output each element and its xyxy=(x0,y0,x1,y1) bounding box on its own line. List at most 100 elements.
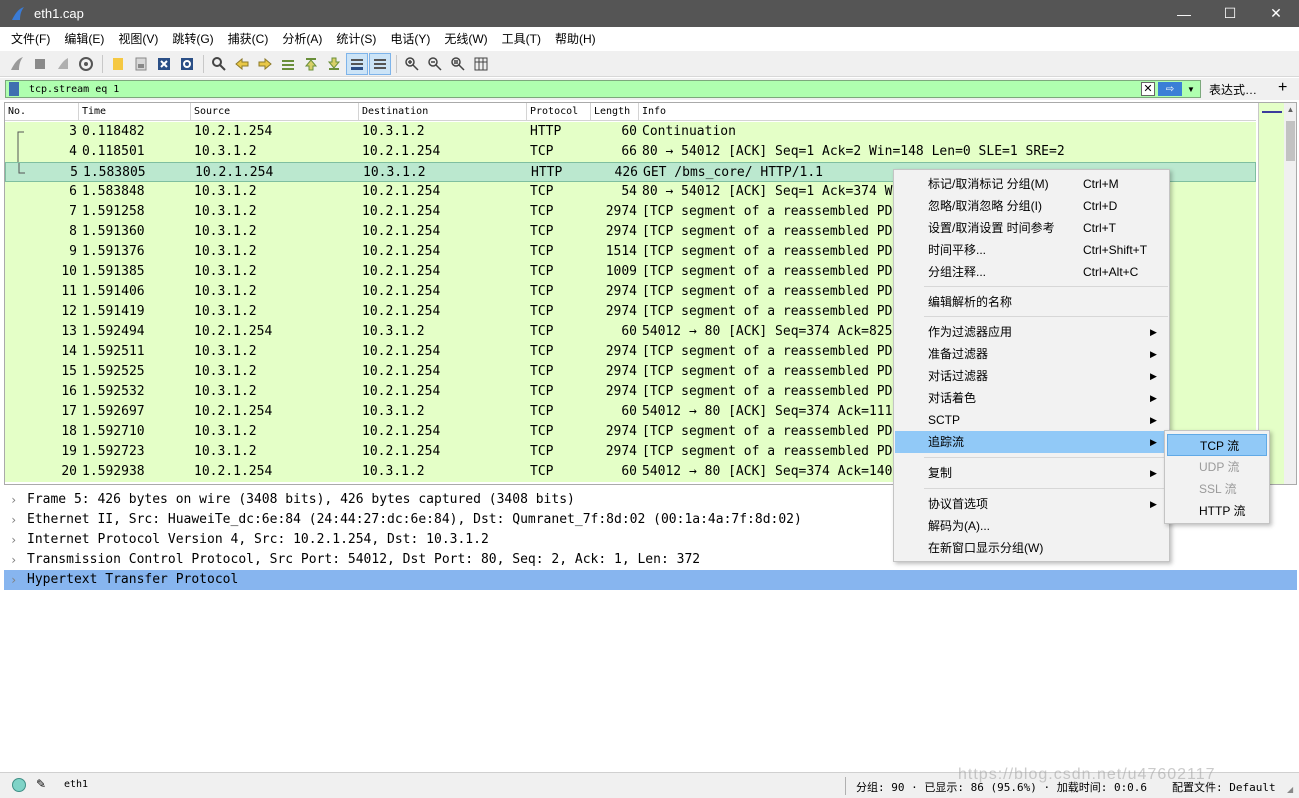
cell-length: 60 xyxy=(621,464,637,479)
menu-item-time-shift[interactable]: 时间平移... Ctrl+Shift+T xyxy=(895,239,1168,261)
cell-destination: 10.2.1.254 xyxy=(362,244,441,259)
go-back-icon[interactable] xyxy=(231,53,253,75)
auto-scroll-icon[interactable] xyxy=(346,52,368,75)
cell-time: 1.592532 xyxy=(82,384,145,399)
column-header-no[interactable]: No. xyxy=(5,103,79,121)
cell-info: [TCP segment of a reassembled PD xyxy=(642,424,893,439)
zoom-out-icon[interactable] xyxy=(424,53,446,75)
menu-go[interactable]: 跳转(G) xyxy=(165,27,220,51)
capture-comment-icon[interactable]: ✎ xyxy=(36,777,46,791)
menu-item-copy[interactable]: 复制 ▶ xyxy=(895,462,1168,484)
zoom-in-icon[interactable] xyxy=(401,53,423,75)
column-header-destination[interactable]: Destination xyxy=(359,103,527,121)
menu-item-follow-stream[interactable]: 追踪流 ▶ xyxy=(895,431,1168,453)
menu-separator xyxy=(924,316,1168,317)
window-controls: — ☐ ✕ xyxy=(1161,0,1299,27)
find-packet-icon[interactable] xyxy=(208,53,230,75)
close-button[interactable]: ✕ xyxy=(1253,0,1299,27)
menu-item-colorize-conversation[interactable]: 对话着色 ▶ xyxy=(895,387,1168,409)
bookmark-icon[interactable] xyxy=(9,82,19,96)
cell-info: [TCP segment of a reassembled PD xyxy=(642,304,893,319)
maximize-button[interactable]: ☐ xyxy=(1207,0,1253,27)
menu-item-decode-as[interactable]: 解码为(A)... xyxy=(895,515,1168,537)
menu-item-packet-comment[interactable]: 分组注释... Ctrl+Alt+C xyxy=(895,261,1168,283)
cell-time: 1.591406 xyxy=(82,284,145,299)
column-header-info[interactable]: Info xyxy=(639,103,1256,121)
cell-length: 60 xyxy=(621,324,637,339)
menu-item-prepare-filter[interactable]: 准备过滤器 ▶ xyxy=(895,343,1168,365)
apply-filter-icon[interactable]: ⇨ xyxy=(1158,82,1182,96)
first-packet-icon[interactable] xyxy=(300,53,322,75)
table-row[interactable]: 3 0.118482 10.2.1.254 10.3.1.2 HTTP 60 C… xyxy=(5,122,1256,142)
chevron-right-icon[interactable]: › xyxy=(10,550,20,570)
menu-analyze[interactable]: 分析(A) xyxy=(275,27,329,51)
chevron-right-icon[interactable]: › xyxy=(10,510,20,530)
cell-source: 10.2.1.254 xyxy=(194,464,273,479)
menu-capture[interactable]: 捕获(C) xyxy=(221,27,276,51)
column-header-length[interactable]: Length xyxy=(591,103,639,121)
stop-capture-icon[interactable] xyxy=(29,53,51,75)
detail-row-http[interactable]: › Hypertext Transfer Protocol xyxy=(4,570,1297,590)
start-capture-icon[interactable] xyxy=(6,53,28,75)
cell-length: 2974 xyxy=(605,444,637,459)
column-header-protocol[interactable]: Protocol xyxy=(527,103,591,121)
open-file-icon[interactable] xyxy=(107,53,129,75)
menu-item-http-stream[interactable]: HTTP 流 xyxy=(1167,500,1267,522)
column-header-source[interactable]: Source xyxy=(191,103,359,121)
menu-tools[interactable]: 工具(T) xyxy=(495,27,548,51)
cell-destination: 10.2.1.254 xyxy=(362,424,441,439)
save-file-icon[interactable] xyxy=(130,53,152,75)
reload-file-icon[interactable] xyxy=(176,53,198,75)
colorize-list-icon[interactable] xyxy=(369,52,391,75)
menu-item-edit-resolved-name[interactable]: 编辑解析的名称 xyxy=(895,291,1168,313)
go-to-packet-icon[interactable] xyxy=(277,53,299,75)
add-filter-button[interactable]: + xyxy=(1278,79,1287,97)
cell-destination: 10.3.1.2 xyxy=(362,124,425,139)
menu-item-sctp[interactable]: SCTP ▶ xyxy=(895,409,1168,431)
expression-button[interactable]: 表达式… xyxy=(1209,81,1257,98)
cell-time: 1.591385 xyxy=(82,264,145,279)
minimize-button[interactable]: — xyxy=(1161,0,1207,27)
resize-columns-icon[interactable] xyxy=(470,53,492,75)
zoom-normal-icon[interactable] xyxy=(447,53,469,75)
menu-item-tcp-stream[interactable]: TCP 流 xyxy=(1167,434,1267,456)
cell-no: 3 xyxy=(69,124,77,139)
follow-stream-submenu: TCP 流 UDP 流 SSL 流 HTTP 流 xyxy=(1164,430,1270,524)
restart-capture-icon[interactable] xyxy=(52,53,74,75)
menu-view[interactable]: 视图(V) xyxy=(111,27,165,51)
menu-item-protocol-preferences[interactable]: 协议首选项 ▶ xyxy=(895,493,1168,515)
menu-file[interactable]: 文件(F) xyxy=(4,27,57,51)
resize-grip-icon[interactable]: ◢ xyxy=(1287,785,1293,794)
menu-item-show-in-new-window[interactable]: 在新窗口显示分组(W) xyxy=(895,537,1168,559)
menu-telephony[interactable]: 电话(Y) xyxy=(383,27,437,51)
scroll-up-arrow-icon[interactable]: ▲ xyxy=(1284,103,1296,117)
go-forward-icon[interactable] xyxy=(254,53,276,75)
menu-edit[interactable]: 编辑(E) xyxy=(57,27,111,51)
expert-info-icon[interactable] xyxy=(12,778,26,792)
capture-options-icon[interactable] xyxy=(75,53,97,75)
filter-history-chevron-down-icon[interactable]: ▼ xyxy=(1185,82,1197,96)
chevron-right-icon[interactable]: › xyxy=(10,490,20,510)
cell-no: 13 xyxy=(61,324,77,339)
menu-item-mark-packet[interactable]: 标记/取消标记 分组(M) Ctrl+M xyxy=(895,173,1168,195)
menu-item-conversation-filter[interactable]: 对话过滤器 ▶ xyxy=(895,365,1168,387)
packet-minimap[interactable] xyxy=(1258,103,1284,484)
clear-filter-icon[interactable]: ✕ xyxy=(1141,82,1155,96)
last-packet-icon[interactable] xyxy=(323,53,345,75)
close-file-icon[interactable] xyxy=(153,53,175,75)
menu-item-apply-as-filter[interactable]: 作为过滤器应用 ▶ xyxy=(895,321,1168,343)
menu-wireless[interactable]: 无线(W) xyxy=(437,27,494,51)
menu-help[interactable]: 帮助(H) xyxy=(548,27,603,51)
menu-item-time-reference[interactable]: 设置/取消设置 时间参考 Ctrl+T xyxy=(895,217,1168,239)
menu-item-ignore-packet[interactable]: 忽略/取消忽略 分组(I) Ctrl+D xyxy=(895,195,1168,217)
chevron-right-icon[interactable]: › xyxy=(10,570,20,590)
scrollbar-thumb[interactable] xyxy=(1286,121,1295,161)
menu-item-ssl-stream: SSL 流 xyxy=(1199,482,1237,496)
filter-text[interactable]: tcp.stream eq 1 xyxy=(29,84,119,95)
column-header-time[interactable]: Time xyxy=(79,103,191,121)
display-filter-input[interactable]: tcp.stream eq 1 ✕ ⇨ ▼ xyxy=(5,80,1201,98)
table-row[interactable]: 4 0.118501 10.3.1.2 10.2.1.254 TCP 66 80… xyxy=(5,142,1256,162)
packet-list-scrollbar[interactable]: ▲ xyxy=(1284,103,1296,484)
menu-statistics[interactable]: 统计(S) xyxy=(329,27,383,51)
chevron-right-icon[interactable]: › xyxy=(10,530,20,550)
